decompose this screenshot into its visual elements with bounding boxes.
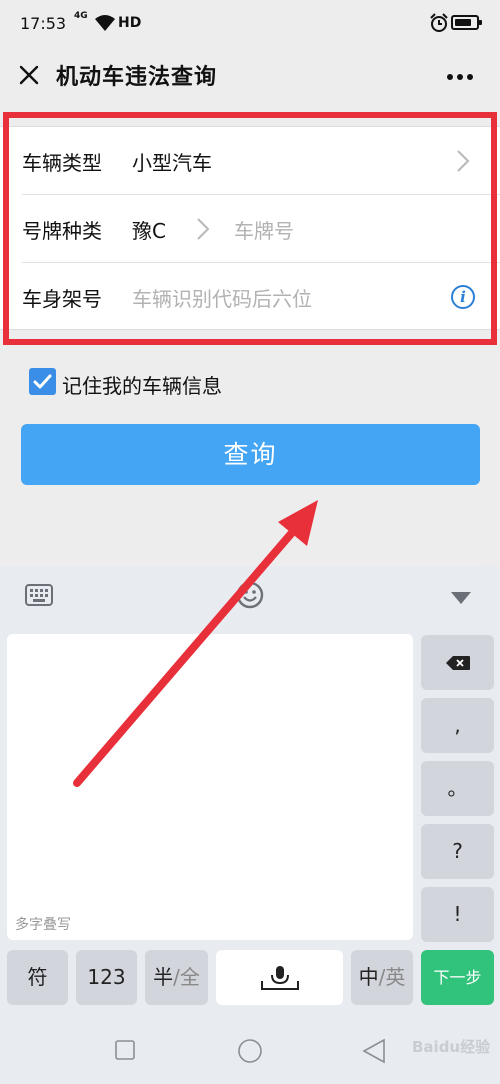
emoji-icon[interactable] — [236, 581, 264, 613]
symbol-key[interactable]: 符 — [7, 950, 68, 1005]
query-button[interactable]: 查询 — [21, 424, 480, 485]
vin-label: 车身架号 — [22, 287, 102, 311]
hd-badge: HD — [118, 15, 142, 31]
half-label: 半 — [153, 965, 174, 989]
vehicle-type-label: 车辆类型 — [22, 151, 102, 175]
handwriting-hint: 多字叠写 — [15, 917, 71, 933]
info-icon[interactable]: i — [451, 285, 475, 309]
half-separator: / — [173, 965, 180, 989]
more-icon[interactable] — [442, 68, 478, 80]
chevron-right-icon — [456, 149, 470, 177]
exclamation-key[interactable]: ! — [421, 887, 494, 942]
page-title: 机动车违法查询 — [56, 65, 218, 90]
period-key[interactable]: 。 — [421, 761, 494, 816]
vehicle-form: 车辆类型 小型汽车 号牌种类 豫C 车牌号 车身架号 车辆识别代码后六位 i — [0, 126, 500, 330]
status-time: 17:53 — [20, 14, 67, 33]
keyboard-toolbar — [0, 566, 500, 624]
vehicle-type-value[interactable]: 小型汽车 — [132, 147, 212, 176]
space-key[interactable] — [216, 950, 343, 1005]
plate-number-input[interactable]: 车牌号 — [234, 215, 294, 244]
full-label: 全 — [179, 965, 200, 989]
keyboard: 多字叠写 , 。 ? ! 符 123 半/全 中/英 下一步 — [0, 566, 500, 1084]
backspace-icon — [445, 656, 470, 670]
keyboard-icon[interactable] — [25, 584, 53, 610]
plate-row: 号牌种类 豫C 车牌号 — [0, 195, 500, 263]
vin-input[interactable]: 车辆识别代码后六位 — [132, 283, 312, 312]
chevron-right-icon[interactable] — [196, 217, 210, 245]
vehicle-type-row[interactable]: 车辆类型 小型汽车 — [0, 127, 500, 195]
watermark-text: Baidu经验 — [412, 1038, 491, 1056]
network-indicator: 4G — [74, 11, 88, 21]
english-label: 英 — [385, 965, 406, 989]
language-key[interactable]: 中/英 — [351, 950, 413, 1005]
number-key[interactable]: 123 — [76, 950, 137, 1005]
plate-province-select[interactable]: 豫C — [132, 215, 166, 244]
question-key[interactable]: ? — [421, 824, 494, 879]
next-key[interactable]: 下一步 — [421, 950, 494, 1005]
alarm-icon — [430, 13, 448, 37]
recent-apps-icon[interactable] — [115, 1040, 135, 1064]
plate-label: 号牌种类 — [22, 219, 102, 243]
wifi-icon — [94, 14, 116, 36]
remember-label[interactable]: 记住我的车辆信息 — [62, 370, 222, 399]
remember-checkbox[interactable] — [29, 368, 56, 395]
half-full-key[interactable]: 半/全 — [145, 950, 208, 1005]
collapse-keyboard-icon[interactable] — [450, 590, 472, 609]
backspace-key[interactable] — [421, 635, 494, 690]
check-icon — [33, 374, 52, 389]
vin-row: 车身架号 车辆识别代码后六位 i — [0, 263, 500, 331]
chinese-label: 中 — [358, 965, 379, 989]
microphone-icon — [260, 966, 299, 990]
handwriting-pad[interactable]: 多字叠写 — [7, 634, 413, 940]
close-icon[interactable] — [14, 60, 44, 90]
battery-icon — [451, 15, 482, 30]
status-bar: 17:53 4G HD — [0, 0, 500, 50]
home-icon[interactable] — [237, 1038, 263, 1068]
nav-bar: 机动车违法查询 — [0, 50, 500, 106]
back-icon[interactable] — [362, 1038, 386, 1068]
comma-key[interactable]: , — [421, 698, 494, 753]
